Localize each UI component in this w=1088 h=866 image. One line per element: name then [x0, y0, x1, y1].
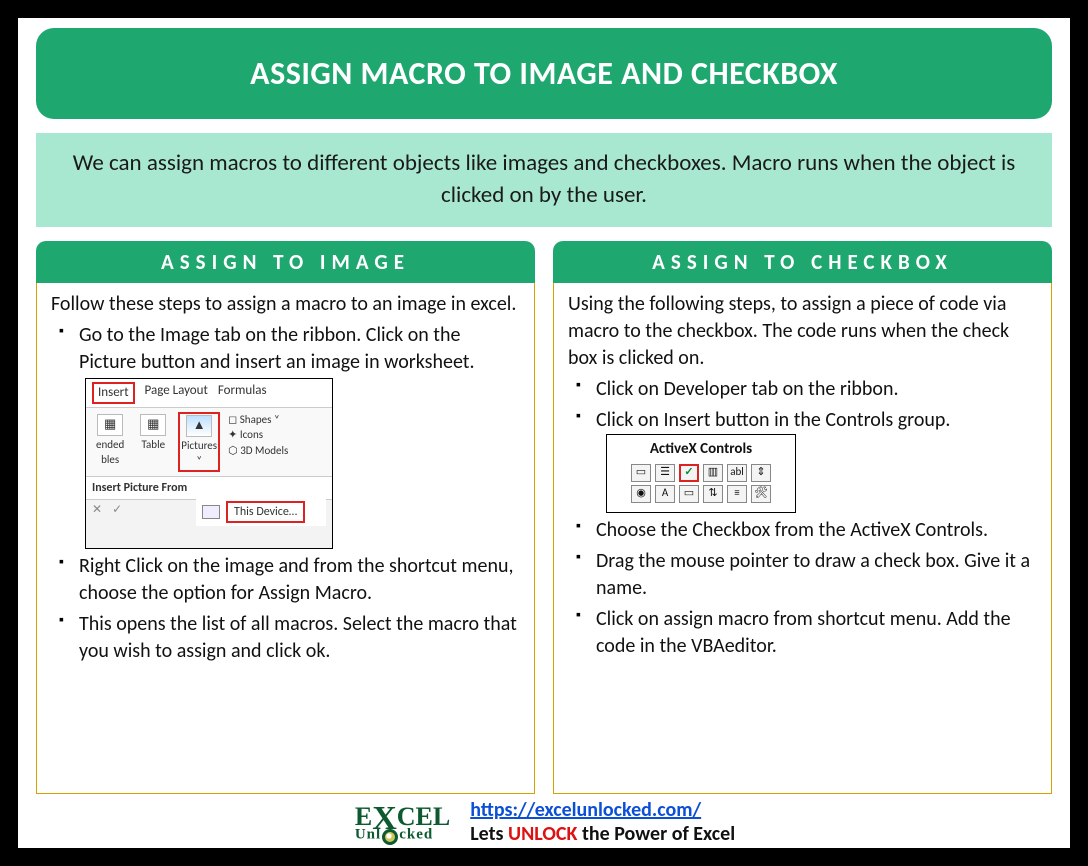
shapes-icon: ◻ — [228, 413, 237, 426]
activex-title: ActiveX Controls — [615, 439, 787, 459]
activex-mock: ActiveX Controls ▭ ☰ ✓ ▥ abl ⇕ ◉ — [606, 434, 796, 512]
ax-toggle-icon: ≡ — [727, 485, 747, 503]
ax-list-icon: ☰ — [655, 464, 675, 482]
ribbon-btn-ended: ▦ ended bles — [92, 412, 128, 470]
ax-label-icon: A — [655, 485, 675, 503]
footer-text: https://excelunlocked.com/ Lets UNLOCK t… — [470, 798, 735, 846]
models-icon: ⬡ — [228, 444, 238, 457]
ax-more-icon: 🛠 — [751, 485, 771, 503]
footer: EXCEL Unlcked https://excelunlocked.com/… — [36, 794, 1052, 848]
footer-tagline: Lets UNLOCK the Power of Excel — [470, 822, 735, 846]
col-checkbox: ASSIGN TO CHECKBOX Using the following s… — [553, 241, 1052, 794]
icons-icon: ✦ — [228, 428, 237, 441]
ribbon-btn-pictures: ▲ Pictures ˅ — [178, 412, 220, 472]
key-icon — [382, 829, 398, 845]
checkbox-step-4: Drag the mouse pointer to draw a check b… — [568, 548, 1037, 602]
intro-text: We can assign macros to different object… — [36, 133, 1052, 227]
formula-check-icon: ✓ — [112, 502, 122, 518]
ribbon-tab-formulas: Formulas — [218, 382, 267, 404]
checkbox-step-1: Click on Developer tab on the ribbon. — [568, 376, 1037, 403]
ribbon-side-items: ◻ Shapes ˅ ✦ Icons ⬡ 3D Models — [228, 412, 288, 458]
page-title: ASSIGN MACRO TO IMAGE AND CHECKBOX — [36, 28, 1052, 119]
pictures-icon: ▲ — [186, 415, 212, 437]
ribbon-tab-insert: Insert — [92, 382, 135, 404]
ax-combo-icon: ▥ — [703, 464, 723, 482]
ax-spin-icon: ⇅ — [703, 485, 723, 503]
ribbon-btn-table: ▦ Table — [136, 412, 170, 455]
ax-option-icon: ◉ — [631, 485, 651, 503]
col-image: ASSIGN TO IMAGE Follow these steps to as… — [36, 241, 535, 794]
ribbon-tab-pagelayout: Page Layout — [145, 382, 208, 404]
image-step-1-text: Go to the Image tab on the ribbon. Click… — [79, 323, 475, 374]
formula-x-icon: ✕ — [92, 502, 102, 518]
col-image-heading: ASSIGN TO IMAGE — [36, 241, 535, 283]
col-checkbox-body: Using the following steps, to assign a p… — [553, 283, 1052, 794]
ax-image-icon: ▭ — [679, 485, 699, 503]
ax-text-icon: abl — [727, 464, 747, 482]
page-container: ASSIGN MACRO TO IMAGE AND CHECKBOX We ca… — [18, 18, 1070, 848]
checkbox-step-2-text: Click on Insert button in the Controls g… — [596, 408, 950, 432]
image-step-2: Right Click on the image and from the sh… — [51, 553, 520, 607]
columns: ASSIGN TO IMAGE Follow these steps to as… — [36, 241, 1052, 794]
logo: EXCEL Unlcked — [353, 801, 450, 844]
table-icon: ▦ — [140, 414, 166, 436]
ax-checkbox-icon: ✓ — [679, 464, 699, 482]
checkbox-step-3: Choose the Checkbox from the ActiveX Con… — [568, 517, 1037, 544]
ribbon-mock-insert: Insert Page Layout Formulas ▦ ended bles — [85, 378, 333, 549]
col-image-body: Follow these steps to assign a macro to … — [36, 283, 535, 794]
ax-button-icon: ▭ — [631, 464, 651, 482]
ribbon-this-device: This Device… — [226, 501, 305, 523]
checkbox-lead: Using the following steps, to assign a p… — [568, 291, 1037, 372]
image-step-3: This opens the list of all macros. Selec… — [51, 611, 520, 665]
footer-link[interactable]: https://excelunlocked.com/ — [470, 798, 701, 822]
checkbox-step-2: Click on Insert button in the Controls g… — [568, 407, 1037, 512]
pivot-icon: ▦ — [97, 414, 123, 436]
image-lead: Follow these steps to assign a macro to … — [51, 291, 520, 318]
ax-scroll-icon: ⇕ — [751, 464, 771, 482]
checkbox-step-5: Click on assign macro from shortcut menu… — [568, 606, 1037, 660]
device-icon — [202, 505, 220, 519]
ribbon-sub: Insert Picture From — [86, 476, 332, 499]
col-checkbox-heading: ASSIGN TO CHECKBOX — [553, 241, 1052, 283]
image-step-1: Go to the Image tab on the ribbon. Click… — [51, 322, 520, 549]
